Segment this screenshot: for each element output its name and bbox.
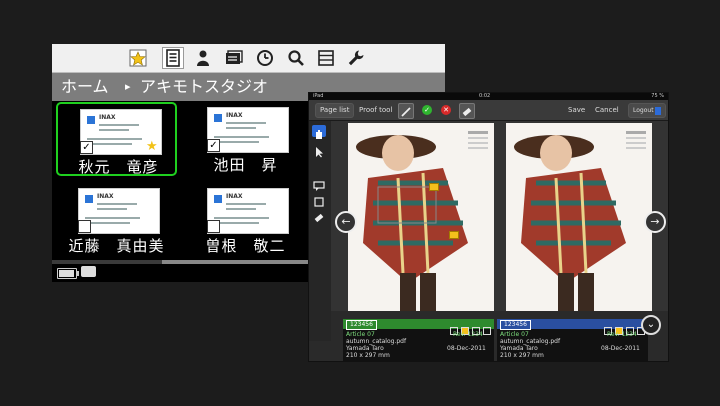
proof-tool-label: Proof tool <box>359 106 393 114</box>
card-name: 秋元 竜彦 <box>78 158 159 176</box>
card-item[interactable]: INAX 近藤 真由美 <box>56 183 177 257</box>
revision-label: Rev. 1234 <box>607 331 637 338</box>
revision-label: Rev. 1234 <box>453 331 483 338</box>
wrench-icon[interactable] <box>346 48 366 68</box>
favorite-star-icon[interactable]: ★ <box>146 140 158 153</box>
info-header: 123456 <box>343 319 494 335</box>
card-checkbox[interactable] <box>207 220 220 233</box>
battery-label: 75 % <box>651 93 664 99</box>
rectangle-tool-icon[interactable] <box>312 193 326 207</box>
card-name: 池田 昇 <box>213 156 278 174</box>
card-brand: INAX <box>99 114 116 121</box>
star-icon[interactable] <box>128 48 148 68</box>
brand-logo-icon <box>85 195 93 203</box>
info-actions <box>601 320 645 335</box>
reject-icon[interactable]: ✕ <box>441 105 451 115</box>
clock-label: 0:02 <box>479 93 491 99</box>
card-brand: INAX <box>97 193 114 200</box>
document-icon[interactable] <box>483 327 491 335</box>
tool-sidebar <box>309 121 331 341</box>
date-label: 08-Dec-2011 <box>601 345 640 352</box>
comment-tool-icon[interactable] <box>312 177 326 191</box>
person-icon[interactable] <box>193 48 213 68</box>
page-tag: 123456 <box>500 320 531 330</box>
file-label: autumn_catalog.pdf <box>500 338 561 345</box>
annotation-marker[interactable] <box>449 231 459 239</box>
card-checkbox[interactable]: ✓ <box>207 139 220 152</box>
card-list-icon[interactable] <box>162 47 184 69</box>
page-info-panel: 123456 Article 07 Rev. 1234 autumn_catal… <box>343 319 494 361</box>
cancel-button[interactable]: Cancel <box>590 103 624 118</box>
size-label: 210 x 297 mm <box>500 352 544 359</box>
pointer-tool-icon[interactable] <box>312 143 326 158</box>
file-label: autumn_catalog.pdf <box>346 338 407 345</box>
breadcrumb-current: アキモトスタジオ <box>140 77 269 96</box>
card-checkbox[interactable]: ✓ <box>80 141 93 154</box>
annotation-marker[interactable] <box>429 183 439 191</box>
card-name: 曽根 敬二 <box>205 237 286 255</box>
author-label: Yamada Taro <box>500 345 538 352</box>
search-icon[interactable] <box>286 48 306 68</box>
logout-door-icon <box>655 106 662 115</box>
article-label: Article 07 <box>500 331 529 338</box>
page-right[interactable] <box>506 123 652 311</box>
toolbar <box>52 44 445 73</box>
accept-icon[interactable]: ✓ <box>422 105 432 115</box>
info-actions <box>447 320 491 335</box>
page-viewer: ← → <box>331 121 668 311</box>
brand-logo-icon <box>214 195 222 203</box>
list-icon[interactable] <box>316 48 336 68</box>
brand-logo-icon <box>214 114 222 122</box>
breadcrumb-separator: ▸ <box>125 80 131 93</box>
card-name: 近藤 真由美 <box>68 237 165 255</box>
info-header: 123456 <box>497 319 648 335</box>
fashion-photo <box>506 123 652 311</box>
eraser-tool-icon[interactable] <box>312 209 326 223</box>
logout-label: Logout <box>633 107 654 114</box>
device-status-bar: iPad 0:02 75 % <box>309 93 668 100</box>
card-item[interactable]: INAX ✓ ★ 秋元 竜彦 <box>56 102 177 176</box>
fashion-photo <box>348 123 494 311</box>
carrier-label: iPad <box>313 93 324 99</box>
card-item[interactable]: INAX 曽根 敬二 <box>185 183 306 257</box>
cards-stack-icon[interactable] <box>224 48 244 68</box>
clock-icon[interactable] <box>255 48 275 68</box>
card-brand: INAX <box>226 193 243 200</box>
page-left[interactable] <box>348 123 494 311</box>
date-label: 08-Dec-2011 <box>447 345 486 352</box>
collapse-chevron-icon[interactable]: ⌄ <box>641 315 661 335</box>
author-label: Yamada Taro <box>346 345 384 352</box>
next-page-arrow-icon[interactable]: → <box>644 211 666 233</box>
brand-logo-icon <box>87 116 95 124</box>
message-icon <box>81 266 96 277</box>
save-button[interactable]: Save <box>563 103 590 118</box>
card-item[interactable]: INAX ✓ 池田 昇 <box>185 102 306 176</box>
hand-tool-icon[interactable] <box>312 125 326 139</box>
card-checkbox[interactable] <box>78 220 91 233</box>
logout-button[interactable]: Logout <box>628 103 667 118</box>
size-label: 210 x 297 mm <box>346 352 390 359</box>
breadcrumb-home[interactable]: ホーム <box>61 73 109 101</box>
card-brand: INAX <box>226 112 243 119</box>
battery-level <box>59 270 74 277</box>
proof-tool-app: iPad 0:02 75 % Page list Proof tool ✓ ✕ … <box>308 92 669 362</box>
toolbar: Page list Proof tool ✓ ✕ Save Cancel Log… <box>309 100 668 121</box>
previous-page-arrow-icon[interactable]: ← <box>335 211 357 233</box>
pen-icon[interactable] <box>398 103 414 119</box>
page-list-button[interactable]: Page list <box>315 103 355 118</box>
article-label: Article 07 <box>346 331 375 338</box>
page-info-panel: 123456 Article 07 Rev. 1234 autumn_catal… <box>497 319 648 361</box>
page-tag: 123456 <box>346 320 377 330</box>
eraser-icon[interactable] <box>459 103 475 119</box>
